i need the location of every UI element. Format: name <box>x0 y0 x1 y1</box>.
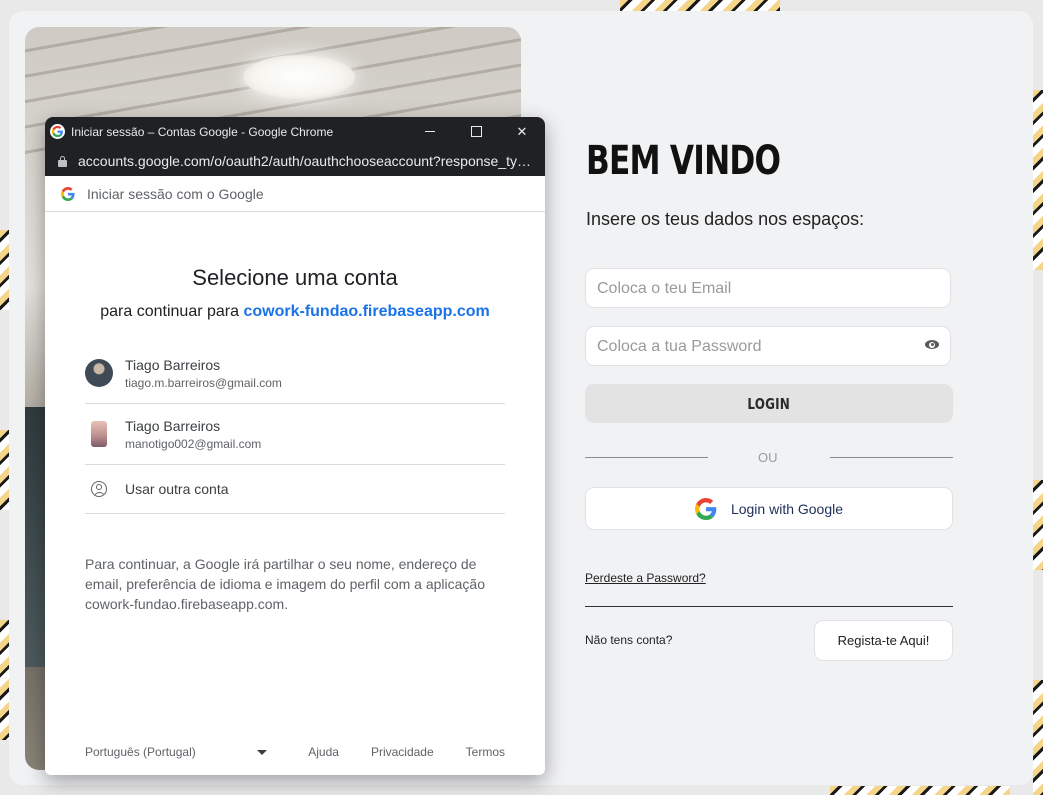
google-login-button[interactable]: Login with Google <box>585 487 953 530</box>
account-name: Tiago Barreiros <box>125 417 221 434</box>
avatar <box>91 421 107 447</box>
sharing-disclaimer: Para continuar, a Google irá partilhar o… <box>85 556 485 612</box>
no-account-text: Não tens conta? <box>585 633 673 647</box>
decorative-pattern-left <box>0 620 9 740</box>
maximize-icon <box>470 126 482 137</box>
eye-icon[interactable] <box>925 340 939 349</box>
divider-line-right <box>830 457 953 458</box>
popup-url: accounts.google.com/o/oauth2/auth/oauthc… <box>78 153 531 169</box>
privacy-link[interactable]: Privacidade <box>371 745 434 759</box>
popup-window-title: Iniciar sessão – Contas Google - Google … <box>71 124 334 139</box>
decorative-pattern-left <box>0 230 9 310</box>
google-login-label: Login with Google <box>730 500 844 517</box>
lock-icon <box>58 156 67 167</box>
account-item[interactable]: Tiago Barreiros tiago.m.barreiros@gmail.… <box>85 343 505 404</box>
google-g-icon <box>694 497 717 520</box>
popup-titlebar[interactable]: Iniciar sessão – Contas Google - Google … <box>45 117 545 146</box>
google-g-icon <box>61 186 75 201</box>
decorative-pattern-bottom <box>830 786 1010 795</box>
account-name: Tiago Barreiros <box>125 356 221 373</box>
welcome-subheading: Insere os teus dados nos espaços: <box>586 209 865 229</box>
minimize-icon <box>425 131 435 132</box>
avatar <box>85 359 113 387</box>
close-icon: ✕ <box>516 123 528 139</box>
decorative-pattern-right <box>1033 680 1043 795</box>
chooser-subtitle: para continuar para cowork-fundao.fireba… <box>45 303 545 321</box>
terms-link[interactable]: Termos <box>466 745 505 759</box>
help-link[interactable]: Ajuda <box>308 745 339 759</box>
language-select-value: Português (Portugal) <box>85 745 196 759</box>
caret-down-icon <box>257 749 267 755</box>
divider-line-left <box>585 457 708 458</box>
popup-address-bar[interactable]: accounts.google.com/o/oauth2/auth/oauthc… <box>45 146 545 176</box>
password-field-wrapper <box>585 326 951 367</box>
language-select[interactable]: Português (Portugal) <box>85 745 267 759</box>
email-field-wrapper <box>585 268 951 309</box>
use-another-account-label: Usar outra conta <box>125 481 229 497</box>
section-divider <box>585 606 953 607</box>
person-circle-icon <box>85 475 113 503</box>
signin-header-label: Iniciar sessão com o Google <box>87 185 264 202</box>
welcome-heading: BEM VINDO <box>586 138 781 184</box>
chooser-title: Selecione uma conta <box>192 265 398 290</box>
register-button[interactable]: Regista-te Aqui! <box>814 620 953 661</box>
login-button[interactable]: LOGIN <box>585 384 953 423</box>
google-g-icon <box>50 124 65 139</box>
account-email: tiago.m.barreiros@gmail.com <box>125 375 282 390</box>
forgot-password-link[interactable]: Perdeste a Password? <box>585 571 706 585</box>
chooser-subtitle-prefix: para continuar para <box>100 303 240 320</box>
decorative-pattern-right <box>1033 90 1043 270</box>
account-item[interactable]: Tiago Barreiros manotigo002@gmail.com <box>85 404 505 465</box>
close-button[interactable]: ✕ <box>499 117 545 146</box>
account-email: manotigo002@gmail.com <box>125 436 262 451</box>
decorative-pattern-right <box>1033 480 1043 570</box>
login-button-label: LOGIN <box>747 394 791 413</box>
use-another-account[interactable]: Usar outra conta <box>85 465 505 514</box>
decorative-pattern-left <box>0 430 9 510</box>
ceiling-lamp <box>243 55 355 99</box>
popup-footer: Português (Portugal) Ajuda Privacidade T… <box>85 745 505 759</box>
app-name-link[interactable]: cowork-fundao.firebaseapp.com <box>243 303 489 320</box>
minimize-button[interactable] <box>407 117 453 146</box>
password-input[interactable] <box>595 327 919 367</box>
account-list: Tiago Barreiros tiago.m.barreiros@gmail.… <box>85 343 505 514</box>
google-signin-popup-window: Iniciar sessão – Contas Google - Google … <box>45 117 545 775</box>
maximize-button[interactable] <box>453 117 499 146</box>
email-input[interactable] <box>595 269 919 309</box>
divider-or-text: OU <box>758 450 778 465</box>
signin-header: Iniciar sessão com o Google <box>45 176 545 212</box>
